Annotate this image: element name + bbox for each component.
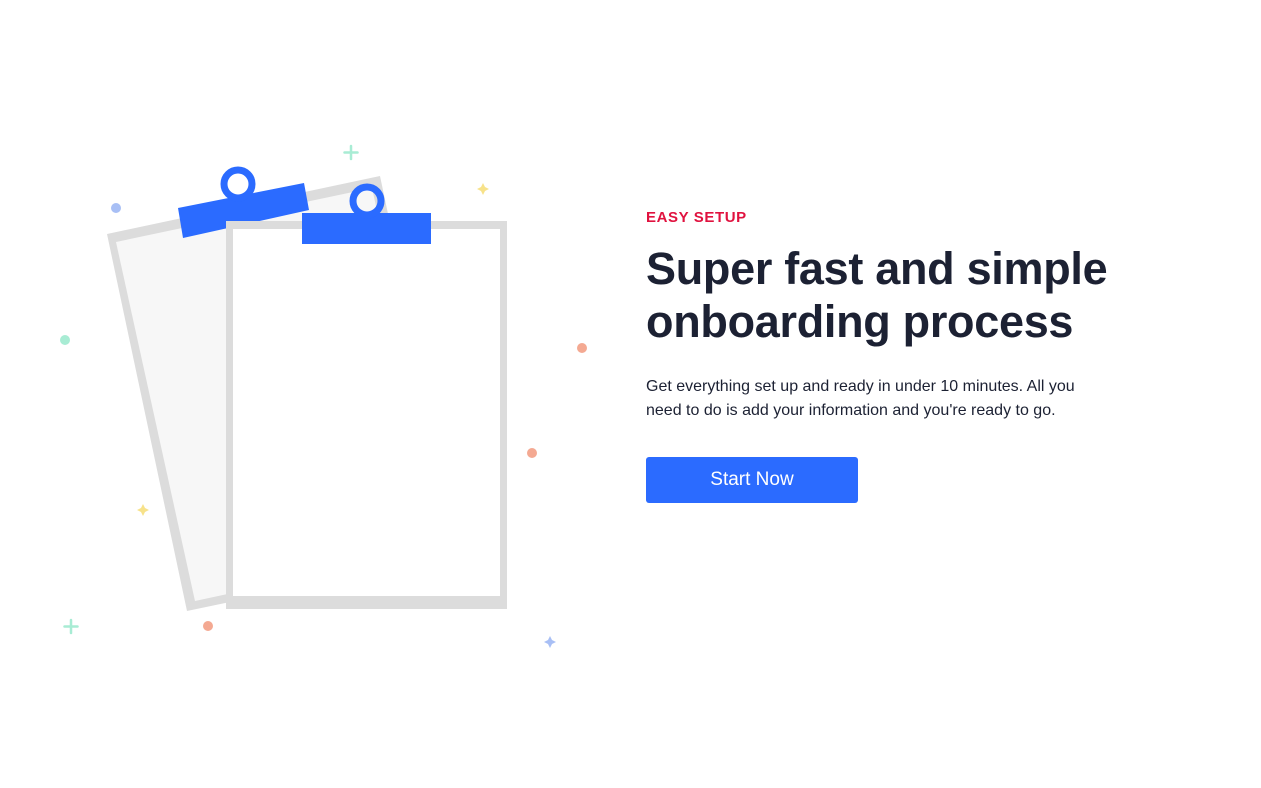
page-title: Super fast and simple onboarding process [646,243,1108,347]
clipboards-illustration [60,144,587,648]
confetti-sparkle [137,504,149,516]
hero-description: Get everything set up and ready in under… [646,378,1075,419]
start-now-button[interactable]: Start Now [646,457,858,503]
front-clipboard [226,183,507,609]
confetti-plus [343,144,359,161]
confetti-sparkle [477,183,489,195]
hero-content: EASY SETUP Super fast and simple onboard… [646,208,1126,503]
onboarding-page: EASY SETUP Super fast and simple onboard… [0,0,1261,788]
confetti-dot [577,343,587,353]
confetti-dot [203,621,213,631]
confetti-plus [63,618,79,635]
confetti-sparkle [544,636,556,648]
confetti-dot [60,335,70,345]
confetti-dot [527,448,537,458]
eyebrow-label: EASY SETUP [646,209,747,226]
confetti-dot [111,203,121,213]
